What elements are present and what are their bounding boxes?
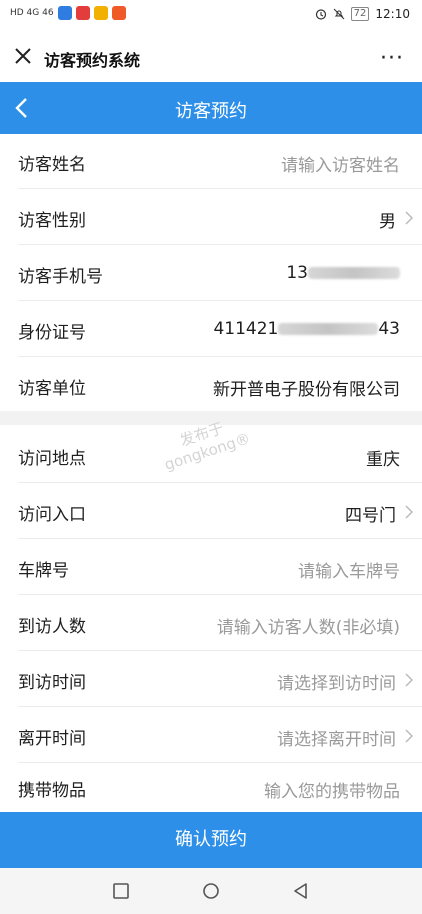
form-row-visitor-company[interactable]: 访客单位 新开普电子股份有限公司 <box>0 358 422 413</box>
battery-indicator: 72 <box>350 7 370 21</box>
circle-nav-icon[interactable] <box>202 882 220 900</box>
divider <box>18 244 422 245</box>
webview-top-bar: 访客预约系统 ··· <box>0 32 422 83</box>
id-value-suffix: 43 <box>378 319 400 339</box>
chevron-right-icon <box>405 505 414 519</box>
alarm-icon <box>315 9 326 20</box>
chevron-right-icon <box>405 211 414 225</box>
field-label: 到访人数 <box>18 617 86 637</box>
network-indicator: HD 4G 46 <box>10 8 54 18</box>
divider <box>18 300 422 301</box>
phone-value-prefix: 13 <box>286 263 308 283</box>
triangle-back-nav-icon[interactable] <box>292 882 310 900</box>
form-row-visit-entrance[interactable]: 访问入口 四号门 <box>0 484 422 539</box>
plate-number-input[interactable]: 请输入车牌号 <box>298 557 400 582</box>
more-icon[interactable]: ··· <box>380 46 404 71</box>
form-row-visitor-phone[interactable]: 访客手机号 13 <box>0 246 422 301</box>
form-row-leave-time[interactable]: 离开时间 请选择离开时间 <box>0 708 422 763</box>
field-label: 身份证号 <box>18 323 86 343</box>
visitor-phone-input[interactable]: 13 <box>286 263 400 283</box>
confirm-button[interactable]: 确认预约 <box>0 812 422 868</box>
webview-title: 访客预约系统 <box>44 51 141 70</box>
form-row-id-number[interactable]: 身份证号 411421 43 <box>0 302 422 357</box>
app-notification-icon <box>93 6 108 20</box>
redacted-block <box>278 323 379 335</box>
field-label: 车牌号 <box>18 561 69 581</box>
field-label: 访问入口 <box>18 505 86 525</box>
divider <box>18 482 422 483</box>
field-label: 到访时间 <box>18 673 86 693</box>
field-label: 访客手机号 <box>18 267 103 287</box>
mute-icon <box>333 8 345 20</box>
field-label: 访问地点 <box>18 449 86 469</box>
system-nav-bar <box>0 868 422 914</box>
visitor-name-input[interactable]: 请输入访客姓名 <box>281 151 400 176</box>
field-label: 访客性别 <box>18 211 86 231</box>
id-number-input[interactable]: 411421 43 <box>213 319 400 339</box>
redacted-block <box>308 267 400 279</box>
divider <box>18 594 422 595</box>
carried-items-input[interactable]: 输入您的携带物品 <box>264 777 400 802</box>
status-left: HD 4G 46 <box>10 6 126 20</box>
visitor-count-input[interactable]: 请输入访客人数(非必填) <box>217 613 400 638</box>
form-row-visitor-count[interactable]: 到访人数 请输入访客人数(非必填) <box>0 596 422 651</box>
form-row-visit-time[interactable]: 到访时间 请选择到访时间 <box>0 652 422 707</box>
visit-location-value[interactable]: 重庆 <box>366 445 400 470</box>
divider <box>18 356 422 357</box>
divider <box>18 188 422 189</box>
divider <box>18 538 422 539</box>
divider <box>18 706 422 707</box>
form-row-plate-number[interactable]: 车牌号 请输入车牌号 <box>0 540 422 595</box>
leave-time-picker[interactable]: 请选择离开时间 <box>277 725 396 750</box>
visit-time-picker[interactable]: 请选择到访时间 <box>277 669 396 694</box>
visitor-gender-select[interactable]: 男 <box>379 207 396 232</box>
form-row-carried-items[interactable]: 携带物品 输入您的携带物品 <box>0 764 422 812</box>
id-value-prefix: 411421 <box>213 319 279 339</box>
divider <box>18 650 422 651</box>
status-bar: HD 4G 46 72 12:10 <box>0 0 422 32</box>
form-row-visitor-gender[interactable]: 访客性别 男 <box>0 190 422 245</box>
visitor-company-input[interactable]: 新开普电子股份有限公司 <box>213 375 400 400</box>
form-row-visitor-name[interactable]: 访客姓名 请输入访客姓名 <box>0 134 422 189</box>
chevron-right-icon <box>405 729 414 743</box>
field-label: 访客单位 <box>18 379 86 399</box>
status-right: 72 12:10 <box>315 7 410 21</box>
visit-entrance-select[interactable]: 四号门 <box>345 501 396 526</box>
page-header: 访客预约 <box>0 82 422 134</box>
app-notification-icon <box>75 6 90 20</box>
app-notification-icon <box>111 6 126 20</box>
app-notification-icon <box>57 6 72 20</box>
close-icon[interactable] <box>12 45 34 67</box>
square-nav-icon[interactable] <box>112 882 130 900</box>
field-label: 访客姓名 <box>18 155 86 175</box>
field-label: 离开时间 <box>18 729 86 749</box>
divider <box>18 762 422 763</box>
field-label: 携带物品 <box>18 781 86 801</box>
clock: 12:10 <box>375 7 410 21</box>
chevron-right-icon <box>405 673 414 687</box>
page-title: 访客预约 <box>175 101 247 122</box>
